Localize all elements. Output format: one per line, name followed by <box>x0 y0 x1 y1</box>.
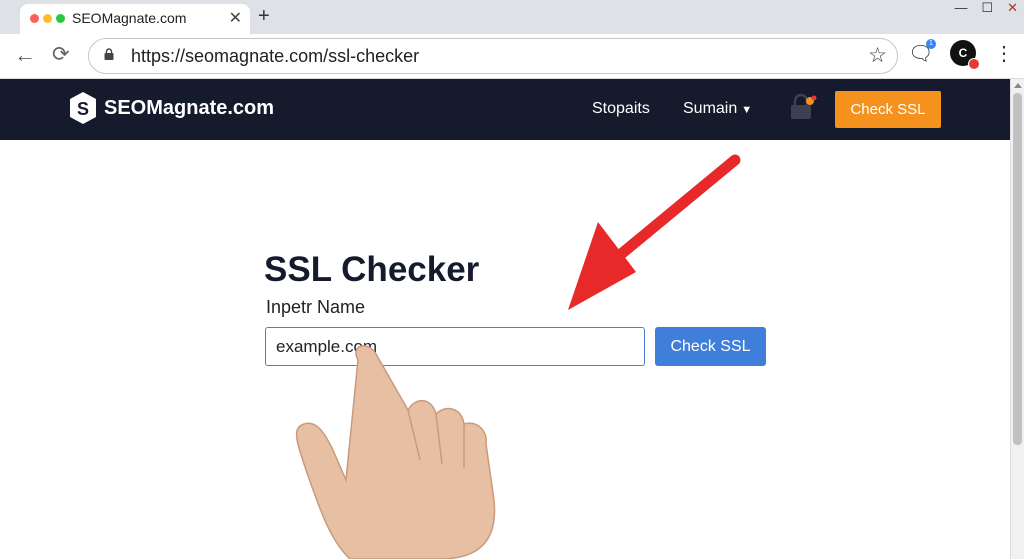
scroll-up-arrow-icon[interactable] <box>1014 83 1022 88</box>
close-dot-icon[interactable] <box>30 14 39 23</box>
browser-menu-icon[interactable]: ⋮ <box>994 41 1014 66</box>
check-ssl-button[interactable]: Check SSL <box>655 327 766 366</box>
scrollbar-thumb[interactable] <box>1013 93 1022 445</box>
browser-tab[interactable]: SEOMagnate.com ✕ <box>20 4 250 34</box>
chevron-down-icon: ▼ <box>741 104 753 116</box>
nav-check-ssl-button[interactable]: Check SSL <box>835 91 941 128</box>
profile-avatar[interactable]: C <box>950 40 980 70</box>
reload-icon[interactable]: ⟳ <box>52 42 70 67</box>
red-arrow-icon <box>568 154 741 310</box>
minimize-dot-icon[interactable] <box>43 14 52 23</box>
window-minimize-button[interactable]: — <box>954 0 967 16</box>
browser-tab-bar: SEOMagnate.com ✕ + — ☐ ✕ <box>0 0 1024 34</box>
toolbar-icons: 🗨 1 C ⋮ <box>908 39 1014 70</box>
browser-toolbar: ← ⟳ https://seomagnate.com/ssl-checker ☆… <box>0 34 1024 79</box>
maximize-dot-icon[interactable] <box>56 14 65 23</box>
nav-dropdown-label: Sumain <box>683 100 738 117</box>
tab-close-icon[interactable]: ✕ <box>229 8 242 28</box>
extension-badge: 1 <box>926 39 936 49</box>
lock-icon <box>104 48 114 60</box>
notification-lock-icon[interactable] <box>788 93 818 123</box>
page-scrollbar[interactable] <box>1010 79 1024 559</box>
window-close-button[interactable]: ✕ <box>1007 0 1018 16</box>
domain-input-label: Inpetr Name <box>266 297 366 317</box>
window-traffic-lights <box>30 14 65 23</box>
window-maximize-button[interactable]: ☐ <box>981 0 993 16</box>
avatar-initial: C <box>958 46 968 60</box>
back-arrow-icon[interactable]: ← <box>14 42 36 68</box>
nav-link-stopaits[interactable]: Stopaits <box>592 100 650 118</box>
logo-letter: S <box>77 99 89 119</box>
extension-icon[interactable]: 🗨 1 <box>908 39 936 65</box>
brand-name: SEOMagnate.com <box>104 96 275 119</box>
url-text: https://seomagnate.com/ssl-checker <box>131 46 420 66</box>
site-navbar: S SEOMagnate.com Stopaits Sumain ▼ Check … <box>0 79 1010 140</box>
avatar-badge <box>968 58 980 70</box>
address-bar[interactable]: https://seomagnate.com/ssl-checker ☆ <box>88 38 898 74</box>
new-tab-icon[interactable]: + <box>258 5 270 28</box>
bookmark-star-icon[interactable]: ☆ <box>868 43 887 68</box>
nav-dropdown-sumain[interactable]: Sumain ▼ <box>683 100 752 118</box>
page-title: SSL Checker <box>264 250 480 289</box>
window-controls: — ☐ ✕ <box>954 0 1018 16</box>
logo-icon: S <box>70 92 96 124</box>
site-logo[interactable]: S SEOMagnate.com <box>68 91 274 125</box>
tab-title: SEOMagnate.com <box>72 10 187 26</box>
pointing-hand-icon <box>295 345 496 559</box>
